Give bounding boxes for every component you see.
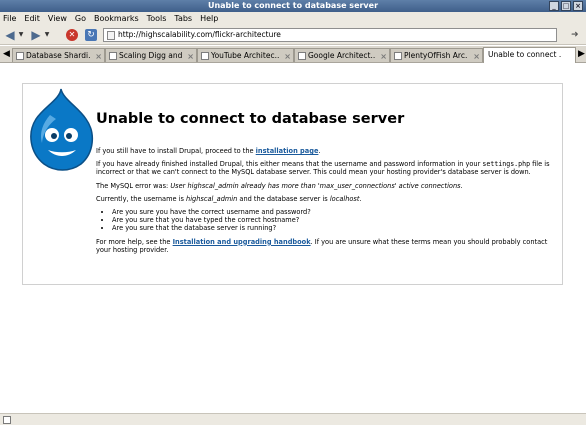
handbook-link[interactable]: Installation and upgrading handbook [173, 238, 311, 246]
reload-icon[interactable]: ↻ [85, 29, 97, 41]
tab-google-architecture[interactable]: Google Architect... × [294, 48, 390, 62]
window-title: Unable to connect to database server [207, 1, 379, 10]
text: . [318, 147, 321, 155]
navigation-toolbar: ◀ ▼ ▶ ▼ ✕ ↻ http://highscalability.com/f… [0, 25, 586, 45]
installation-page-link[interactable]: installation page [256, 147, 319, 155]
tab-scaling-digg[interactable]: Scaling Digg and... × [105, 48, 197, 62]
close-tab-icon[interactable]: × [284, 50, 291, 62]
text: . [460, 181, 463, 190]
error-message: If you still have to install Drupal, pro… [96, 147, 551, 259]
list-item: Are you sure that the database server is… [112, 224, 551, 232]
minimize-icon[interactable]: _ [549, 1, 559, 11]
scroll-tabs-right-icon[interactable]: ▶ [578, 49, 585, 60]
menu-edit[interactable]: Edit [24, 12, 40, 25]
forward-icon[interactable]: ▶ [29, 28, 43, 42]
settings-filename: settings.php [482, 160, 531, 169]
status-bar [0, 413, 586, 425]
menu-go[interactable]: Go [75, 12, 86, 25]
username-value: highscal_admin [186, 194, 238, 203]
text: If you still have to install Drupal, pro… [96, 147, 256, 155]
mysql-error-text: User highscal_admin already has more tha… [170, 181, 461, 190]
menu-bookmarks[interactable]: Bookmarks [94, 12, 139, 25]
window-titlebar: Unable to connect to database server _ □… [0, 0, 586, 12]
list-item: Are you sure you have the correct userna… [112, 208, 551, 216]
go-icon[interactable]: ➜ [571, 30, 579, 40]
maximize-icon[interactable]: □ [561, 1, 571, 11]
scroll-tabs-left-icon[interactable]: ◀ [3, 49, 10, 60]
drupal-right-pupil [66, 133, 72, 139]
text: For more help, see the [96, 237, 173, 246]
text: Currently, the username is [96, 194, 187, 203]
menu-help[interactable]: Help [200, 12, 218, 25]
server-value: localhost [329, 194, 360, 203]
drupal-drop-outline [30, 88, 93, 171]
page-status-icon [3, 416, 11, 424]
menu-file[interactable]: File [3, 12, 16, 25]
close-window-icon[interactable]: × [573, 1, 583, 11]
tab-bar: ◀ Database Shardi... × Scaling Digg and.… [0, 46, 586, 63]
page-icon [16, 52, 24, 60]
page-icon [394, 52, 402, 60]
checklist: Are you sure you have the correct userna… [112, 208, 551, 233]
tab-label: YouTube Architec... [211, 51, 279, 60]
page-icon [107, 31, 115, 40]
drupal-left-pupil [51, 133, 57, 139]
paragraph-mysql-error: The MySQL error was: User highscal_admin… [96, 182, 551, 190]
page-icon [109, 52, 117, 60]
paragraph-install: If you still have to install Drupal, pro… [96, 147, 551, 155]
menu-tools[interactable]: Tools [147, 12, 167, 25]
tab-label: Unable to connect ... [488, 50, 561, 59]
page-content: Unable to connect to database server If … [0, 63, 586, 413]
close-tab-icon[interactable]: × [473, 50, 480, 62]
tab-label: Scaling Digg and... [119, 51, 182, 60]
tab-plentyoffish-architecture[interactable]: PlentyOfFish Arc... × [390, 48, 483, 62]
menu-bar: File Edit View Go Bookmarks Tools Tabs H… [0, 12, 586, 25]
text: The MySQL error was: [96, 181, 171, 190]
close-tab-icon[interactable]: × [95, 50, 102, 62]
back-icon[interactable]: ◀ [3, 28, 17, 42]
tab-label: PlentyOfFish Arc... [404, 51, 468, 60]
page-title: Unable to connect to database server [96, 111, 405, 127]
url-text: http://highscalability.com/flickr-archit… [118, 30, 281, 39]
menu-tabs[interactable]: Tabs [174, 12, 192, 25]
menu-view[interactable]: View [48, 12, 67, 25]
list-item: Are you sure that you have typed the cor… [112, 216, 551, 224]
drupal-logo [30, 88, 93, 171]
text: . [359, 194, 362, 203]
tab-unable-to-connect[interactable]: Unable to connect ... [483, 47, 576, 63]
tab-youtube-architecture[interactable]: YouTube Architec... × [197, 48, 294, 62]
stop-icon[interactable]: ✕ [66, 29, 78, 41]
tab-label: Google Architect... [308, 51, 375, 60]
close-tab-icon[interactable]: × [187, 50, 194, 62]
tab-label: Database Shardi... [26, 51, 90, 60]
paragraph-help: For more help, see the Installation and … [96, 238, 551, 254]
tab-database-sharding[interactable]: Database Shardi... × [12, 48, 105, 62]
back-history-dropdown-icon[interactable]: ▼ [17, 28, 25, 42]
paragraph-settings: If you have already finished installed D… [96, 160, 551, 176]
page-icon [201, 52, 209, 60]
text: and the database server is [237, 194, 330, 203]
error-box: Unable to connect to database server If … [22, 83, 563, 285]
close-tab-icon[interactable]: × [380, 50, 387, 62]
forward-history-dropdown-icon[interactable]: ▼ [43, 28, 51, 42]
paragraph-current-user: Currently, the username is highscal_admi… [96, 195, 551, 203]
text: If you have already finished installed D… [96, 160, 483, 169]
window-controls: _ □ × [549, 1, 583, 11]
url-input[interactable]: http://highscalability.com/flickr-archit… [103, 28, 557, 42]
page-icon [298, 52, 306, 60]
